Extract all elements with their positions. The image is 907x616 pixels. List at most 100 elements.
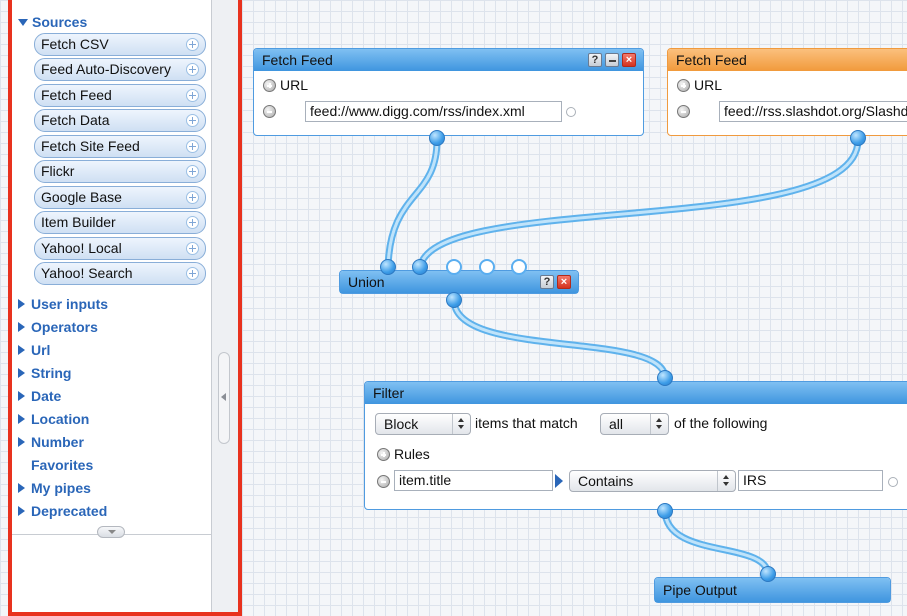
url-input[interactable]: feed://www.digg.com/rss/index.xml — [305, 101, 562, 122]
close-icon[interactable]: × — [557, 275, 571, 289]
add-plus-icon[interactable] — [186, 140, 199, 153]
add-plus-icon[interactable] — [186, 63, 199, 76]
expanded-triangle-icon — [18, 18, 28, 26]
module-title-bar[interactable]: Pipe Output — [655, 578, 890, 602]
input-terminal-1[interactable] — [380, 259, 396, 275]
output-terminal[interactable] — [429, 130, 445, 146]
add-rule-icon[interactable] — [377, 448, 390, 461]
add-plus-icon[interactable] — [186, 242, 199, 255]
module-title: Union — [348, 274, 385, 290]
module-title-bar[interactable]: Filter — [365, 382, 907, 404]
add-field-icon[interactable] — [677, 79, 690, 92]
input-terminal-4[interactable] — [479, 259, 495, 275]
url-input[interactable]: feed://rss.slashdot.org/Slashdot/slashdo… — [719, 101, 907, 122]
module-fetch-data[interactable]: Fetch Data — [34, 109, 206, 132]
input-terminal[interactable] — [760, 566, 776, 582]
rule-field-input[interactable]: item.title — [394, 470, 553, 491]
collapsed-triangle-icon — [18, 299, 25, 309]
module-library-sidebar: Sources Fetch CSV Feed Auto-Discovery Fe… — [8, 0, 242, 616]
sources-label: Sources — [32, 14, 88, 30]
module-title-bar[interactable]: Fetch Feed ? × — [254, 49, 643, 71]
rule-operator-select[interactable]: Contains — [569, 470, 736, 492]
remove-rule-icon[interactable] — [377, 475, 390, 488]
rules-label: Rules — [394, 446, 430, 462]
category-operators[interactable]: Operators — [18, 319, 98, 335]
module-yahoo-search[interactable]: Yahoo! Search — [34, 262, 206, 285]
field-picker-arrow-icon[interactable] — [555, 474, 563, 488]
module-fetch-feed[interactable]: Fetch Feed — [34, 84, 206, 107]
module-title-bar[interactable]: Union ? × — [340, 271, 578, 293]
help-icon[interactable]: ? — [588, 53, 602, 67]
category-user-inputs[interactable]: User inputs — [18, 296, 108, 312]
category-favorites[interactable]: Favorites — [18, 457, 93, 473]
category-my-pipes[interactable]: My pipes — [18, 480, 91, 496]
filter-mode-select[interactable]: Block — [375, 413, 471, 435]
module-fetch-csv[interactable]: Fetch CSV — [34, 33, 206, 56]
collapse-sidebar-handle[interactable] — [218, 352, 230, 444]
add-field-icon[interactable] — [263, 79, 276, 92]
input-terminal-3[interactable] — [446, 259, 462, 275]
category-string[interactable]: String — [18, 365, 71, 381]
fetch-feed-module-slashdot[interactable]: Fetch Feed URL feed://rss.slashdot.org/S… — [667, 48, 907, 136]
add-plus-icon[interactable] — [186, 114, 199, 127]
close-icon[interactable]: × — [622, 53, 636, 67]
panel-toggle-button[interactable] — [97, 526, 125, 538]
collapsed-triangle-icon — [18, 368, 25, 378]
module-title: Fetch Feed — [262, 52, 333, 68]
remove-field-icon[interactable] — [263, 105, 276, 118]
remove-field-icon[interactable] — [677, 105, 690, 118]
module-google-base[interactable]: Google Base — [34, 186, 206, 209]
select-arrows-icon — [650, 414, 668, 434]
filter-match-select[interactable]: all — [600, 413, 669, 435]
module-title: Filter — [373, 385, 405, 401]
output-terminal[interactable] — [657, 503, 673, 519]
collapsed-triangle-icon — [18, 322, 25, 332]
field-terminal[interactable] — [566, 107, 576, 117]
sources-section-header[interactable]: Sources — [18, 14, 87, 30]
sidebar-splitter — [212, 0, 238, 612]
add-plus-icon[interactable] — [186, 267, 199, 280]
module-fetch-site-feed[interactable]: Fetch Site Feed — [34, 135, 206, 158]
category-deprecated[interactable]: Deprecated — [18, 503, 107, 519]
category-date[interactable]: Date — [18, 388, 61, 404]
url-label: URL — [694, 77, 723, 93]
category-url[interactable]: Url — [18, 342, 50, 358]
field-terminal[interactable] — [888, 477, 898, 487]
module-title: Pipe Output — [663, 582, 737, 598]
minimize-icon[interactable] — [605, 53, 619, 67]
input-terminal[interactable] — [657, 370, 673, 386]
category-number[interactable]: Number — [18, 434, 84, 450]
module-feed-auto-discovery[interactable]: Feed Auto-Discovery — [34, 58, 206, 81]
select-arrows-icon — [452, 414, 470, 434]
help-icon[interactable]: ? — [540, 275, 554, 289]
module-title-bar[interactable]: Fetch Feed — [668, 49, 907, 71]
items-match-text: items that match — [475, 415, 578, 431]
output-terminal[interactable] — [850, 130, 866, 146]
module-list: Sources Fetch CSV Feed Auto-Discovery Fe… — [12, 0, 212, 612]
select-arrows-icon — [717, 471, 735, 491]
category-location[interactable]: Location — [18, 411, 89, 427]
collapsed-triangle-icon — [18, 506, 25, 516]
output-terminal[interactable] — [446, 292, 462, 308]
add-plus-icon[interactable] — [186, 216, 199, 229]
input-terminal-2[interactable] — [412, 259, 428, 275]
collapsed-triangle-icon — [18, 414, 25, 424]
url-label: URL — [280, 77, 309, 93]
fetch-feed-module-digg[interactable]: Fetch Feed ? × URL feed://www.digg.com/r… — [253, 48, 644, 136]
add-plus-icon[interactable] — [186, 89, 199, 102]
union-module[interactable]: Union ? × — [339, 270, 579, 294]
input-terminal-5[interactable] — [511, 259, 527, 275]
module-item-builder[interactable]: Item Builder — [34, 211, 206, 234]
pipe-output-module[interactable]: Pipe Output — [654, 577, 891, 603]
module-flickr[interactable]: Flickr — [34, 160, 206, 183]
collapsed-triangle-icon — [18, 483, 25, 493]
filter-module[interactable]: Filter Block items that match all of the… — [364, 381, 907, 510]
following-text: of the following — [674, 415, 768, 431]
add-plus-icon[interactable] — [186, 191, 199, 204]
rule-value-input[interactable]: IRS — [738, 470, 883, 491]
add-plus-icon[interactable] — [186, 165, 199, 178]
module-title: Fetch Feed — [676, 52, 747, 68]
add-plus-icon[interactable] — [186, 38, 199, 51]
collapsed-triangle-icon — [18, 437, 25, 447]
module-yahoo-local[interactable]: Yahoo! Local — [34, 237, 206, 260]
